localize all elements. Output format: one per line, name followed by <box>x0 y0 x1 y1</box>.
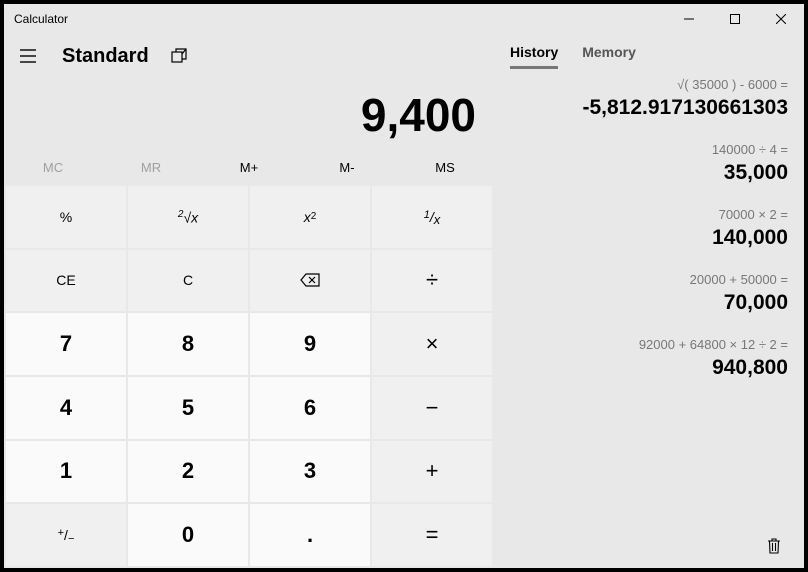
backspace-icon <box>300 273 320 287</box>
key-2[interactable]: 2 <box>128 441 248 503</box>
clear-history-button[interactable] <box>758 530 790 562</box>
history-expression: √( 35000 ) - 6000 = <box>510 77 788 92</box>
key-7[interactable]: 7 <box>6 313 126 375</box>
memory-store-button[interactable]: MS <box>396 150 494 184</box>
key-3[interactable]: 3 <box>250 441 370 503</box>
memory-subtract-button[interactable]: M- <box>298 150 396 184</box>
content-area: Standard 9,400 MC MR M+ M- MS % <box>4 34 804 568</box>
close-button[interactable] <box>758 4 804 34</box>
side-panel: History Memory √( 35000 ) - 6000 = -5,81… <box>494 34 804 568</box>
calculator-window: Calculator Stan <box>4 4 804 568</box>
clear-entry-key[interactable]: CE <box>6 250 126 312</box>
result-display[interactable]: 9,400 <box>4 78 494 150</box>
history-list: √( 35000 ) - 6000 = -5,812.917130661303 … <box>494 69 804 526</box>
history-expression: 20000 + 50000 = <box>510 272 788 287</box>
history-toolbar <box>494 526 804 568</box>
history-result: 35,000 <box>510 161 788 185</box>
key-4[interactable]: 4 <box>6 377 126 439</box>
memory-clear-button[interactable]: MC <box>4 150 102 184</box>
decimal-key[interactable]: . <box>250 504 370 566</box>
history-item[interactable]: 20000 + 50000 = 70,000 <box>510 272 788 315</box>
key-9[interactable]: 9 <box>250 313 370 375</box>
menu-button[interactable] <box>8 36 48 76</box>
multiply-key[interactable]: × <box>372 313 492 375</box>
history-item[interactable]: 140000 ÷ 4 = 35,000 <box>510 142 788 185</box>
history-result: -5,812.917130661303 <box>510 96 788 120</box>
history-expression: 92000 + 64800 × 12 ÷ 2 = <box>510 337 788 352</box>
equals-key[interactable]: = <box>372 504 492 566</box>
divide-key[interactable]: ÷ <box>372 250 492 312</box>
memory-add-button[interactable]: M+ <box>200 150 298 184</box>
square-key[interactable]: x2 <box>250 186 370 248</box>
history-expression: 70000 × 2 = <box>510 207 788 222</box>
key-6[interactable]: 6 <box>250 377 370 439</box>
history-item[interactable]: 92000 + 64800 × 12 ÷ 2 = 940,800 <box>510 337 788 380</box>
plus-key[interactable]: + <box>372 441 492 503</box>
memory-row: MC MR M+ M- MS <box>4 150 494 184</box>
negate-key[interactable]: +/− <box>6 504 126 566</box>
window-controls <box>666 4 804 34</box>
history-item[interactable]: √( 35000 ) - 6000 = -5,812.917130661303 <box>510 77 788 120</box>
memory-recall-button[interactable]: MR <box>102 150 200 184</box>
mode-title: Standard <box>62 45 149 68</box>
side-tabs: History Memory <box>494 34 804 69</box>
key-1[interactable]: 1 <box>6 441 126 503</box>
key-8[interactable]: 8 <box>128 313 248 375</box>
keypad: % 2√x x2 1/x CE C ÷ 7 8 9 × 4 <box>4 184 494 568</box>
maximize-button[interactable] <box>712 4 758 34</box>
history-result: 70,000 <box>510 291 788 315</box>
history-item[interactable]: 70000 × 2 = 140,000 <box>510 207 788 250</box>
keep-on-top-icon <box>171 48 187 64</box>
mode-row: Standard <box>4 34 494 78</box>
tab-history[interactable]: History <box>510 44 558 69</box>
hamburger-icon <box>20 49 36 63</box>
percent-key[interactable]: % <box>6 186 126 248</box>
minimize-button[interactable] <box>666 4 712 34</box>
square-root-key[interactable]: 2√x <box>128 186 248 248</box>
history-expression: 140000 ÷ 4 = <box>510 142 788 157</box>
history-result: 140,000 <box>510 226 788 250</box>
titlebar: Calculator <box>4 4 804 34</box>
tab-memory[interactable]: Memory <box>582 44 636 69</box>
reciprocal-key[interactable]: 1/x <box>372 186 492 248</box>
trash-icon <box>767 538 781 554</box>
key-5[interactable]: 5 <box>128 377 248 439</box>
clear-key[interactable]: C <box>128 250 248 312</box>
window-title: Calculator <box>14 12 666 26</box>
key-0[interactable]: 0 <box>128 504 248 566</box>
keep-on-top-button[interactable] <box>163 40 195 72</box>
calculator-panel: Standard 9,400 MC MR M+ M- MS % <box>4 34 494 568</box>
backspace-key[interactable] <box>250 250 370 312</box>
history-result: 940,800 <box>510 356 788 380</box>
minus-key[interactable]: − <box>372 377 492 439</box>
